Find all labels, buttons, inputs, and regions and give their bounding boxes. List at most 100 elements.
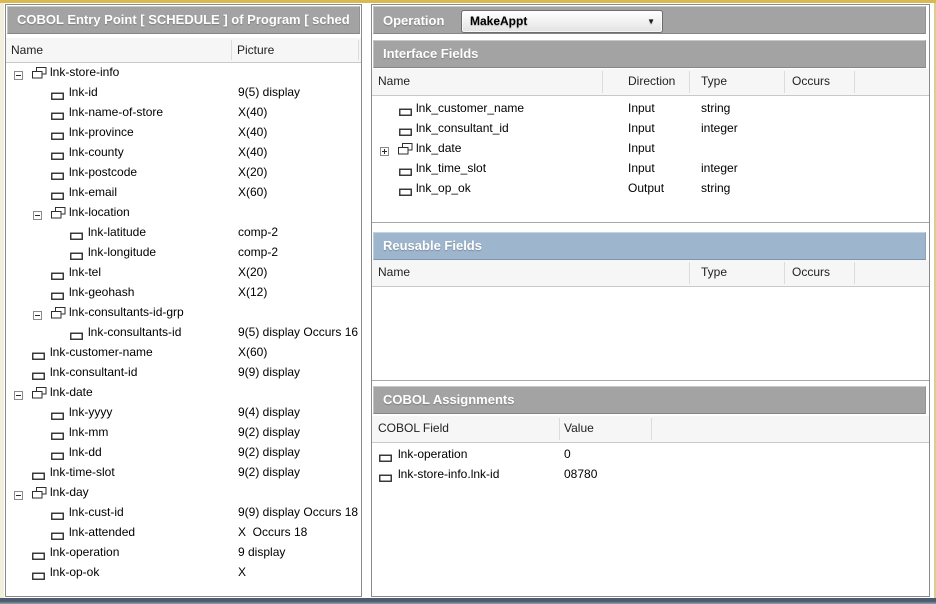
tree-row[interactable]: lnk-yyyy9(4) display [6, 402, 360, 422]
field-icon [399, 184, 412, 202]
left-panel: COBOL Entry Point [ SCHEDULE ] of Progra… [5, 4, 362, 597]
field-picture: comp-2 [238, 222, 278, 242]
column-label-name[interactable]: Name [11, 38, 43, 62]
tree-row[interactable]: lnk-op-okX [6, 562, 360, 582]
tree-row[interactable]: lnk-tel X(20) [6, 262, 360, 282]
field-name: lnk-province [69, 122, 134, 142]
tree-row[interactable]: lnk-id9(5) display [6, 82, 360, 102]
field-picture: 9(2) display [238, 442, 300, 462]
field-picture: 9(9) display Occurs 18 [238, 502, 358, 522]
assignment-row[interactable]: lnk-store-info.lnk-id08780 [372, 464, 928, 484]
column-label-picture[interactable]: Picture [237, 38, 274, 62]
interface-row[interactable]: lnk_dateInput [372, 138, 928, 158]
interface-row[interactable]: lnk_time_slotInputinteger [372, 158, 928, 178]
tree-row[interactable]: lnk-latitude comp-2 [6, 222, 360, 242]
tree-row[interactable]: lnk-mm9(2) display [6, 422, 360, 442]
tree-row[interactable]: lnk-day [6, 482, 360, 502]
assignment-row[interactable]: lnk-operation0 [372, 444, 928, 464]
tree-row[interactable]: lnk-operation9 display [6, 542, 360, 562]
field-type: string [701, 98, 730, 118]
tree-row[interactable]: lnk-consultants-id9(5) display Occurs 16 [6, 322, 360, 342]
field-picture: X(20) [238, 162, 267, 182]
field-name: lnk-date [50, 382, 93, 402]
field-picture: X(60) [238, 182, 267, 202]
tree-row[interactable]: lnk-time-slot 9(2) display [6, 462, 360, 482]
column-separator [231, 40, 232, 60]
column-separator [784, 71, 785, 93]
column-separator [651, 418, 652, 440]
interface-fields-title: Interface Fields [383, 46, 478, 61]
field-name: lnk-yyyy [69, 402, 112, 422]
column-separator [602, 71, 603, 93]
column-separator [854, 71, 855, 93]
tree-row[interactable]: lnk-dd 9(2) display [6, 442, 360, 462]
tree-row[interactable]: lnk-consultants-id-grp [6, 302, 360, 322]
column-label-cobol-field[interactable]: COBOL Field [378, 416, 449, 442]
reusable-fields-titlebar[interactable]: Reusable Fields [373, 232, 926, 260]
tree-row[interactable]: lnk-name-of-storeX(40) [6, 102, 360, 122]
tree-row[interactable]: lnk-email X(60) [6, 182, 360, 202]
column-label-occurs[interactable]: Occurs [792, 69, 830, 95]
right-panel: Operation MakeAppt ▼ Interface Fields Na… [371, 4, 930, 597]
column-separator [358, 40, 359, 60]
column-label-type[interactable]: Type [701, 69, 727, 95]
tree-row[interactable]: lnk-consultant-id 9(9) display [6, 362, 360, 382]
left-panel-titlebar: COBOL Entry Point [ SCHEDULE ] of Progra… [7, 6, 360, 34]
assignment-value: 08780 [564, 464, 597, 484]
field-picture: 9(2) display [238, 422, 300, 442]
tree-row[interactable]: lnk-store-info [6, 62, 360, 82]
field-picture: comp-2 [238, 242, 278, 262]
field-name: lnk-consultants-id-grp [69, 302, 184, 322]
operation-dropdown[interactable]: MakeAppt ▼ [461, 10, 663, 33]
interface-row[interactable]: lnk_customer_nameInputstring [372, 98, 928, 118]
column-label-direction[interactable]: Direction [628, 69, 675, 95]
column-label-name[interactable]: Name [378, 69, 410, 95]
field-picture: X(20) [238, 262, 267, 282]
column-label-type[interactable]: Type [701, 260, 727, 286]
column-label-name[interactable]: Name [378, 260, 410, 286]
field-name: lnk-location [69, 202, 130, 222]
interface-row[interactable]: lnk_consultant_idInputinteger [372, 118, 928, 138]
column-separator [784, 262, 785, 284]
field-picture: 9(2) display [238, 462, 300, 482]
assignment-value: 0 [564, 444, 571, 464]
field-name: lnk-postcode [69, 162, 137, 182]
field-name: lnk-time-slot [50, 462, 115, 482]
tree-row[interactable]: lnk-provinceX(40) [6, 122, 360, 142]
field-name: lnk-name-of-store [69, 102, 163, 122]
tree-row[interactable]: lnk-location [6, 202, 360, 222]
dropdown-value: MakeAppt [470, 14, 527, 28]
tree-row[interactable]: lnk-postcode X(20) [6, 162, 360, 182]
field-name: lnk-tel [69, 262, 101, 282]
tree-row[interactable]: lnk-cust-id 9(9) display Occurs 18 [6, 502, 360, 522]
cobol-assignments-titlebar[interactable]: COBOL Assignments [373, 386, 926, 414]
tree-row[interactable]: lnk-longitudecomp-2 [6, 242, 360, 262]
interface-row[interactable]: lnk_op_okOutputstring [372, 178, 928, 198]
tree-row[interactable]: lnk-attendedX Occurs 18 [6, 522, 360, 542]
field-name: lnk-store-info [50, 62, 119, 82]
section-divider [372, 380, 929, 381]
field-picture: 9 display [238, 542, 285, 562]
field-picture: X Occurs 18 [238, 522, 307, 542]
column-label-value[interactable]: Value [564, 416, 594, 442]
tree-row[interactable]: lnk-county X(40) [6, 142, 360, 162]
window-bottom-edge [0, 598, 936, 604]
tree-row[interactable]: lnk-customer-nameX(60) [6, 342, 360, 362]
field-picture: 9(9) display [238, 362, 300, 382]
field-name: lnk-consultant-id [50, 362, 137, 382]
tree-row[interactable]: lnk-geohashX(12) [6, 282, 360, 302]
operation-bar: Operation MakeAppt ▼ [373, 6, 926, 34]
field-name: lnk-dd [69, 442, 102, 462]
field-name: lnk-email [69, 182, 117, 202]
column-separator [689, 262, 690, 284]
reusable-column-header: Name Type Occurs [372, 260, 929, 287]
dropdown-arrow-icon: ▼ [647, 11, 655, 32]
field-name: lnk-county [69, 142, 124, 162]
field-direction: Input [628, 98, 655, 118]
field-name: lnk-latitude [88, 222, 146, 242]
interface-fields-titlebar[interactable]: Interface Fields [373, 40, 926, 68]
tree-row[interactable]: lnk-date [6, 382, 360, 402]
column-label-occurs[interactable]: Occurs [792, 260, 830, 286]
field-name: lnk-cust-id [69, 502, 124, 522]
field-picture: X(40) [238, 142, 267, 162]
